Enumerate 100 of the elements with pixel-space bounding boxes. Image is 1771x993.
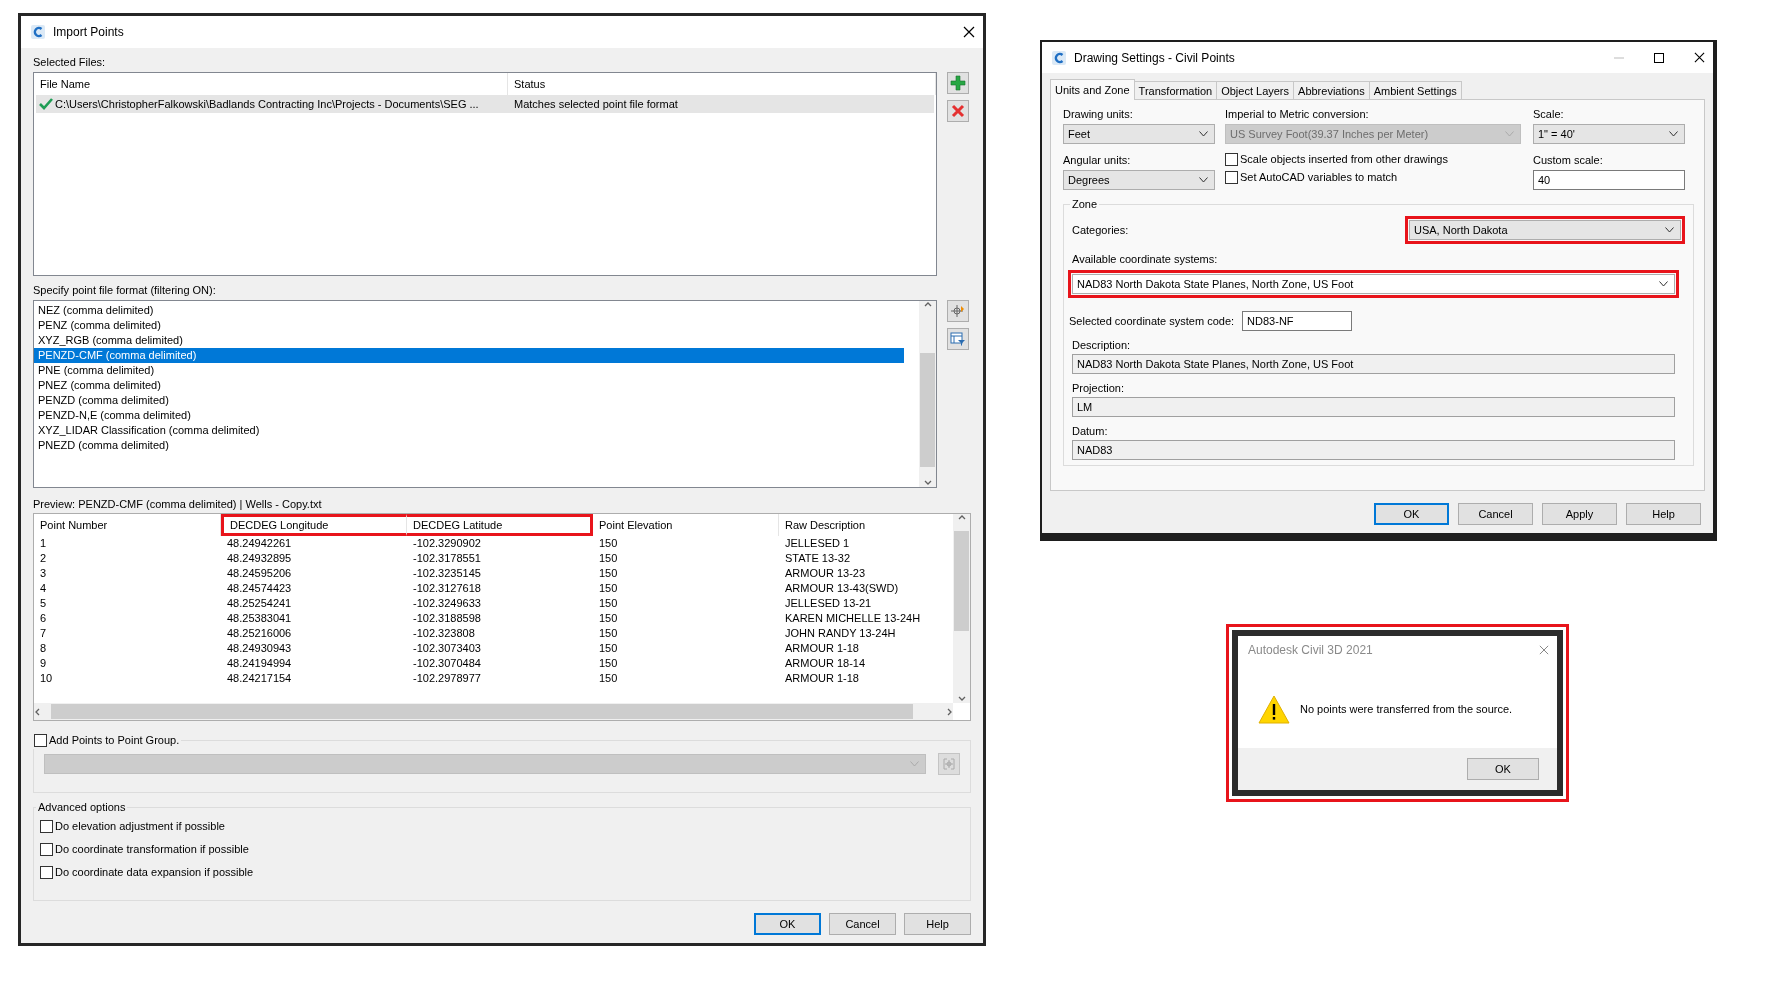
scrollbar[interactable] [953, 514, 970, 703]
caret-icon [1199, 177, 1208, 183]
maximize-icon[interactable] [1654, 52, 1664, 63]
table-cell-text: 48.24942261 [226, 536, 293, 551]
format-item[interactable]: PNEZ (comma delimited) [34, 378, 904, 393]
field-label: Selected coordinate system code: [1069, 315, 1235, 327]
table-cell-text: STATE 13-32 [784, 551, 851, 566]
caret-icon [910, 761, 919, 767]
units-dropdown[interactable]: Feet [1063, 124, 1215, 144]
format-item[interactable]: PNEZD (comma delimited) [34, 438, 904, 453]
table-cell-text: 48.25254241 [226, 596, 293, 611]
section-label: Specify point file format (filtering ON): [33, 284, 217, 298]
checkbox-label[interactable]: Scale objects inserted from other drawings [1225, 150, 1521, 168]
field-label: Custom scale: [1533, 154, 1604, 166]
coordinate-system-dropdown[interactable]: NAD83 North Dakota State Planes, North Zone, US Foot [1072, 274, 1675, 294]
ok-button[interactable]: OK [1467, 758, 1539, 780]
table-cell-text: JELLESED 1 [784, 536, 851, 551]
table-cell-text: 7 [39, 626, 48, 641]
caret-icon [1505, 131, 1514, 137]
remove-icon [951, 104, 965, 118]
field-label: Description: [1072, 339, 1132, 351]
tab[interactable]: Ambient Settings [1368, 81, 1462, 100]
warning-icon [1258, 694, 1290, 724]
dialog-button[interactable]: Cancel [1458, 503, 1533, 525]
table-cell-text: -102.3235145 [412, 566, 482, 581]
group-title: Zone [1072, 198, 1098, 210]
dialog-button[interactable]: OK [1374, 503, 1449, 525]
checkbox[interactable] [34, 733, 47, 747]
format-item[interactable]: PENZD-CMF (comma delimited) [34, 348, 904, 363]
checkbox[interactable] [1225, 170, 1238, 184]
table-cell-text: 150 [598, 551, 619, 566]
table-cell-text: -102.3127618 [412, 581, 482, 596]
table-filter-icon [950, 331, 966, 347]
format-manager-button[interactable] [947, 328, 969, 350]
column-header: DECDEG Longitude [221, 514, 407, 536]
table-cell-text: 150 [598, 581, 619, 596]
readonly-field: LM [1072, 397, 1675, 417]
dialog-button[interactable]: Help [904, 913, 971, 935]
table-cell-text: -102.3249633 [412, 596, 482, 611]
checkbox[interactable] [40, 842, 53, 856]
table-cell-text: KAREN MICHELLE 13-24H [784, 611, 922, 626]
file-row[interactable]: C:\Users\ChristopherFalkowski\Badlands Contracting Inc\Projects - Documents\SEG ... Matches selected point file format [36, 95, 934, 113]
table-cell-text: 150 [598, 626, 619, 641]
checkbox-label[interactable]: Do coordinate data expansion if possible [40, 863, 964, 881]
remove-button[interactable] [947, 100, 969, 122]
format-item[interactable]: XYZ_LIDAR Classification (comma delimited) [34, 423, 904, 438]
tab[interactable]: Object Layers [1216, 81, 1295, 100]
checkbox[interactable] [40, 819, 53, 833]
app-icon [31, 25, 45, 39]
scrollbar[interactable] [919, 301, 936, 487]
scale-dropdown[interactable]: 1" = 40' [1533, 124, 1685, 144]
tab[interactable]: Units and Zone [1050, 79, 1135, 100]
format-item[interactable]: XYZ_RGB (comma delimited) [34, 333, 904, 348]
table-cell-text: ARMOUR 1-18 [784, 671, 860, 686]
format-item[interactable]: PENZD (comma delimited) [34, 393, 904, 408]
input-field[interactable]: 40 [1533, 170, 1685, 190]
caret-icon [1669, 131, 1678, 137]
dialog-button[interactable]: Apply [1542, 503, 1617, 525]
format-item[interactable]: PNE (comma delimited) [34, 363, 904, 378]
field-label: Datum: [1072, 425, 1109, 437]
format-item[interactable]: PENZD-N,E (comma delimited) [34, 408, 904, 423]
caret-icon [1665, 227, 1674, 233]
table-cell-text: 150 [598, 656, 619, 671]
table-cell-text: ARMOUR 1-18 [784, 641, 860, 656]
table-cell-text: -102.3178551 [412, 551, 482, 566]
add-button[interactable] [947, 72, 969, 94]
checkbox-label[interactable]: Add Points to Point Group. [34, 731, 180, 749]
format-item[interactable]: NEZ (comma delimited) [34, 303, 904, 318]
dialog-button[interactable]: Cancel [829, 913, 896, 935]
table-cell-text: 150 [598, 641, 619, 656]
crosshair-icon [942, 757, 956, 771]
checkbox-label[interactable]: Set AutoCAD variables to match [1225, 168, 1521, 186]
checkbox[interactable] [1225, 152, 1238, 166]
window-title: Autodesk Civil 3D 2021 [1248, 643, 1374, 657]
input-field[interactable]: ND83-NF [1242, 311, 1353, 331]
dialog-button[interactable]: OK [754, 913, 821, 935]
readonly-field: NAD83 [1072, 440, 1675, 460]
checkbox-label[interactable]: Do elevation adjustment if possible [40, 817, 964, 835]
plus-icon [950, 75, 966, 91]
field-label: Categories: [1072, 224, 1129, 236]
group-title: Advanced options [38, 801, 126, 813]
dialog-button[interactable]: Help [1626, 503, 1701, 525]
table-cell-text: JELLESED 13-21 [784, 596, 873, 611]
table-cell-text: 9 [39, 656, 48, 671]
checkbox[interactable] [40, 865, 53, 879]
close-icon[interactable] [963, 26, 975, 38]
scrollbar[interactable] [34, 703, 953, 720]
format-item[interactable]: PENZ (comma delimited) [34, 318, 904, 333]
close-icon[interactable] [1694, 52, 1705, 63]
window-title: Drawing Settings - Civil Points [1074, 50, 1236, 65]
table-cell-text: ARMOUR 13-43(SWD) [784, 581, 900, 596]
table-cell-text: -102.323808 [412, 626, 476, 641]
section-label: Selected Files: [33, 56, 107, 70]
format-edit-button[interactable] [947, 300, 969, 322]
angular-units-dropdown[interactable]: Degrees [1063, 170, 1215, 190]
table-cell-text: 48.25383041 [226, 611, 293, 626]
table-cell-text: 48.24574423 [226, 581, 293, 596]
table-cell-text: 48.24930943 [226, 641, 293, 656]
checkbox-label[interactable]: Do coordinate transformation if possible [40, 840, 964, 858]
categories-dropdown[interactable]: USA, North Dakota [1409, 220, 1681, 240]
